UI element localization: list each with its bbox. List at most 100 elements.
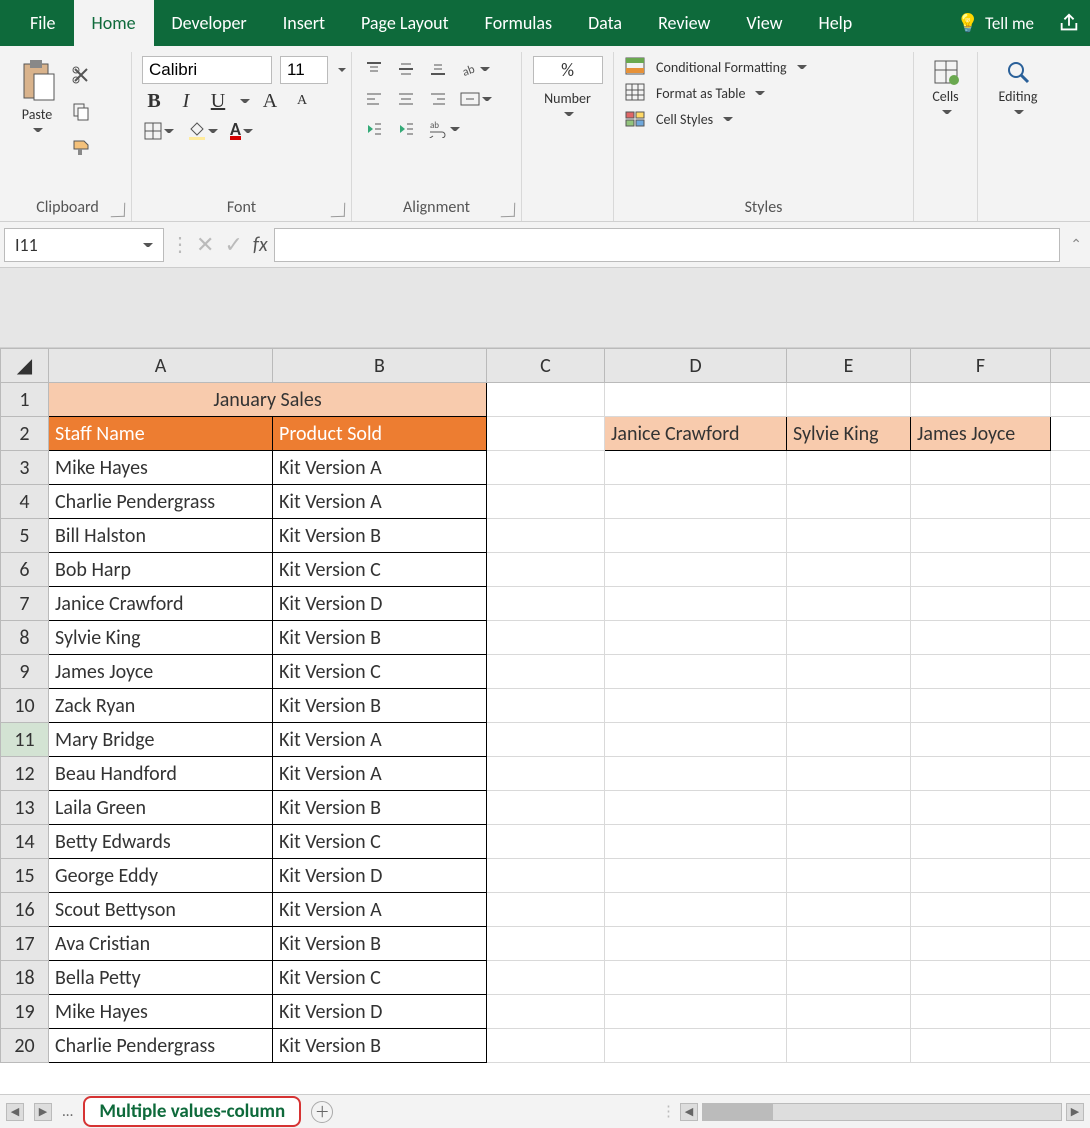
cell-header-staff[interactable]: Staff Name (49, 417, 273, 451)
cell[interactable] (1051, 553, 1090, 587)
cell[interactable] (1051, 689, 1090, 723)
row-header[interactable]: 7 (1, 587, 49, 621)
merge-center-button[interactable] (458, 86, 494, 112)
align-left-button[interactable] (362, 86, 386, 112)
cell[interactable] (787, 451, 911, 485)
cell[interactable] (1051, 587, 1090, 621)
cell[interactable] (605, 757, 787, 791)
number-format-percent[interactable]: % (533, 56, 603, 84)
row-header[interactable]: 17 (1, 927, 49, 961)
column-header-f[interactable]: F (911, 349, 1051, 383)
cell[interactable] (911, 451, 1051, 485)
cell[interactable] (787, 893, 911, 927)
cell[interactable] (487, 859, 605, 893)
cell[interactable] (605, 893, 787, 927)
align-top-button[interactable] (362, 56, 386, 82)
cell-staff[interactable]: Charlie Pendergrass (49, 1029, 273, 1063)
row-header[interactable]: 10 (1, 689, 49, 723)
cell[interactable] (1051, 621, 1090, 655)
font-size-select[interactable] (280, 56, 328, 84)
cell-product[interactable]: Kit Version A (273, 485, 487, 519)
row-header[interactable]: 3 (1, 451, 49, 485)
cell[interactable] (911, 961, 1051, 995)
hscroll-right[interactable]: ▶ (1066, 1103, 1084, 1121)
align-center-button[interactable] (394, 86, 418, 112)
cell-staff[interactable]: Sylvie King (49, 621, 273, 655)
cell-product[interactable]: Kit Version A (273, 451, 487, 485)
cell[interactable] (487, 689, 605, 723)
cell-staff[interactable]: Zack Ryan (49, 689, 273, 723)
cell[interactable] (911, 859, 1051, 893)
cell[interactable] (1051, 485, 1090, 519)
tab-home[interactable]: Home (74, 0, 154, 46)
cell[interactable] (787, 1029, 911, 1063)
chevron-down-icon[interactable] (338, 65, 346, 75)
cell[interactable] (605, 995, 787, 1029)
cell[interactable] (1051, 451, 1090, 485)
orientation-button[interactable]: ab (458, 56, 492, 82)
cell[interactable] (487, 723, 605, 757)
cell[interactable] (487, 995, 605, 1029)
tell-me-search[interactable]: 💡 Tell me (943, 0, 1048, 46)
cell[interactable] (911, 893, 1051, 927)
column-header-d[interactable]: D (605, 349, 787, 383)
cell[interactable] (487, 791, 605, 825)
chevron-down-icon[interactable] (143, 240, 153, 250)
dialog-launcher-alignment[interactable] (501, 203, 515, 217)
format-as-table-button[interactable]: Format as Table (624, 82, 903, 104)
cell-product[interactable]: Kit Version B (273, 519, 487, 553)
cell[interactable] (487, 655, 605, 689)
cell[interactable] (911, 757, 1051, 791)
cell-product[interactable]: Kit Version A (273, 723, 487, 757)
sheet-nav-next[interactable]: ▶ (34, 1103, 52, 1121)
cell[interactable] (787, 587, 911, 621)
cell[interactable] (487, 451, 605, 485)
cell[interactable] (1051, 417, 1090, 451)
cell-product[interactable]: Kit Version A (273, 757, 487, 791)
fx-button[interactable]: fx (253, 233, 268, 257)
increase-indent-button[interactable] (394, 116, 418, 142)
cell-e2[interactable]: Sylvie King (787, 417, 911, 451)
cell[interactable] (911, 995, 1051, 1029)
cell[interactable] (487, 757, 605, 791)
cell[interactable] (787, 553, 911, 587)
tab-file[interactable]: File (12, 0, 74, 46)
cell[interactable] (787, 927, 911, 961)
row-header[interactable]: 13 (1, 791, 49, 825)
cell[interactable] (1051, 995, 1090, 1029)
cell-staff[interactable]: Mike Hayes (49, 995, 273, 1029)
cell[interactable] (487, 553, 605, 587)
cell[interactable] (487, 383, 605, 417)
cell[interactable] (911, 485, 1051, 519)
cell[interactable] (605, 859, 787, 893)
cell[interactable] (605, 825, 787, 859)
scroll-thumb[interactable] (703, 1104, 773, 1120)
row-header[interactable]: 1 (1, 383, 49, 417)
row-header[interactable]: 18 (1, 961, 49, 995)
font-name-select[interactable] (142, 56, 272, 84)
bold-button[interactable]: B (142, 88, 166, 114)
cell[interactable] (605, 791, 787, 825)
italic-button[interactable]: I (174, 88, 198, 114)
number-format-button[interactable]: Number (540, 88, 595, 121)
grow-font-button[interactable]: A (258, 88, 282, 114)
cell[interactable] (1051, 1029, 1090, 1063)
cell-staff[interactable]: Beau Handford (49, 757, 273, 791)
cell[interactable] (911, 689, 1051, 723)
cell-d2[interactable]: Janice Crawford (605, 417, 787, 451)
cell[interactable] (605, 621, 787, 655)
dialog-launcher-font[interactable] (331, 203, 345, 217)
cell-product[interactable]: Kit Version D (273, 587, 487, 621)
align-bottom-button[interactable] (426, 56, 450, 82)
cell[interactable] (605, 485, 787, 519)
cell[interactable] (487, 519, 605, 553)
name-box[interactable]: I11 (4, 228, 164, 262)
cell[interactable] (1051, 723, 1090, 757)
cell[interactable] (1051, 519, 1090, 553)
cell[interactable] (1051, 927, 1090, 961)
wrap-text-button[interactable]: ab (426, 116, 462, 142)
cell[interactable] (605, 655, 787, 689)
align-right-button[interactable] (426, 86, 450, 112)
cell[interactable] (787, 791, 911, 825)
cell[interactable] (487, 485, 605, 519)
